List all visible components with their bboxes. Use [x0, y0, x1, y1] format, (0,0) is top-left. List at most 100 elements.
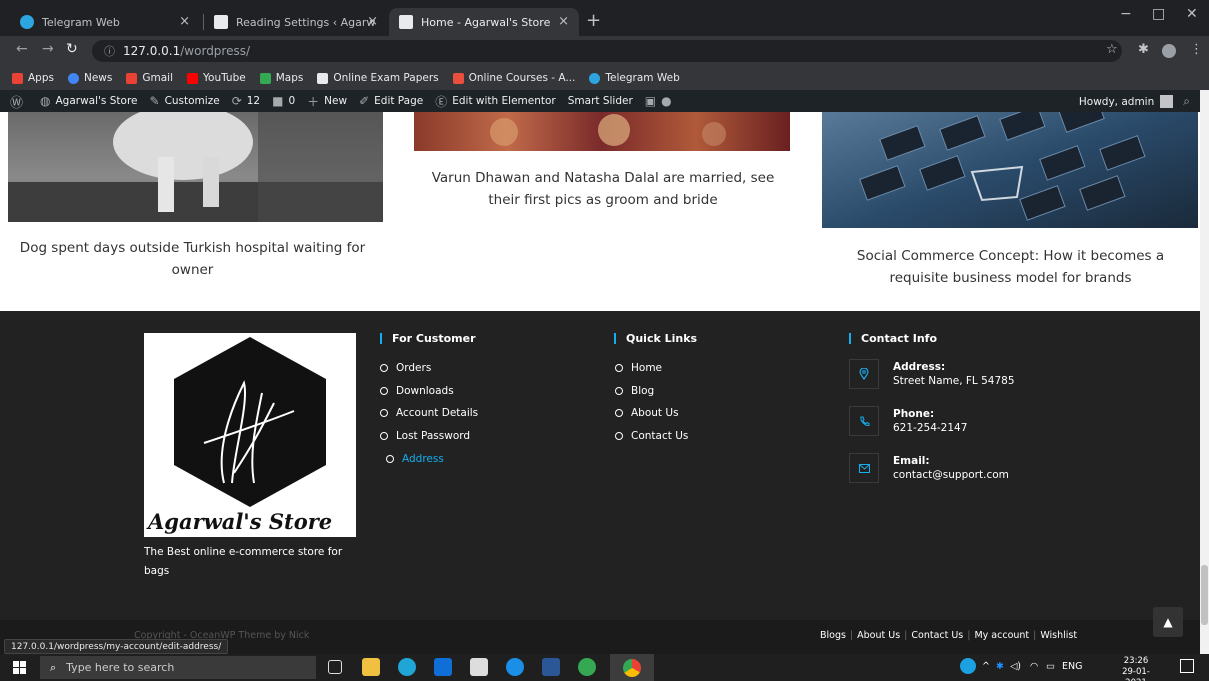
- admin-edit-page[interactable]: ✐ Edit Page: [359, 94, 423, 108]
- admin-customize[interactable]: ✎ Customize: [150, 94, 220, 108]
- bottom-link-blogs[interactable]: Blogs: [820, 630, 846, 641]
- new-tab-button[interactable]: +: [586, 10, 601, 31]
- admin-smart-slider[interactable]: Smart Slider: [568, 95, 633, 107]
- bookmark-apps[interactable]: Apps: [12, 72, 54, 84]
- tab-telegram-web[interactable]: Telegram Web ×: [10, 8, 200, 36]
- wifi-icon[interactable]: ◠: [1030, 661, 1038, 672]
- bluetooth-icon[interactable]: ✱: [996, 661, 1004, 672]
- minimize-button[interactable]: −: [1120, 6, 1132, 22]
- tab-reading-settings[interactable]: Reading Settings ‹ Agarwal's Stor ×: [204, 8, 388, 36]
- address-value: Street Name, FL 54785: [893, 375, 1015, 387]
- post-image-dog[interactable]: [8, 112, 383, 222]
- help-tray-icon[interactable]: [960, 658, 976, 674]
- email-value[interactable]: contact@support.com: [893, 469, 1009, 481]
- admin-yoast[interactable]: ▣ ●: [645, 94, 677, 108]
- admin-updates[interactable]: ⟳ 12: [232, 94, 260, 108]
- comment-icon: ■: [272, 94, 284, 108]
- tab-home-agarwals-store[interactable]: Home - Agarwal's Store ×: [389, 8, 579, 36]
- bottom-link-wishlist[interactable]: Wishlist: [1040, 630, 1077, 641]
- admin-new[interactable]: ＋ New: [307, 93, 347, 110]
- post-title-social-commerce[interactable]: Social Commerce Concept: How it becomes …: [838, 245, 1183, 289]
- scroll-to-top-button[interactable]: ▲: [1153, 607, 1183, 637]
- bookmark-gmail[interactable]: Gmail: [126, 72, 173, 84]
- blog-posts-section: Varun Dhawan and Natasha Dalal are marri…: [0, 112, 1200, 311]
- logo-wordmark: Agarwal's Store: [146, 509, 332, 534]
- maximize-button[interactable]: □: [1152, 6, 1165, 22]
- admin-howdy[interactable]: Howdy, admin: [1079, 96, 1154, 108]
- post-image-wedding[interactable]: [414, 112, 790, 151]
- admin-site-name[interactable]: ◍ Agarwal's Store: [40, 94, 137, 108]
- tab-close-icon[interactable]: ×: [179, 14, 190, 29]
- post-image-keyboard[interactable]: [822, 112, 1198, 228]
- page-scrollbar[interactable]: [1200, 90, 1209, 654]
- location-pin-icon: [849, 359, 879, 389]
- taskbar-clock[interactable]: 23:26 29-01-2021: [1116, 656, 1156, 681]
- dashboard-icon: ◍: [40, 94, 51, 108]
- taskbar-search-input[interactable]: ⌕ Type here to search: [40, 656, 316, 679]
- bookmark-star-icon[interactable]: ☆: [1106, 42, 1118, 57]
- email-label: Email:: [893, 455, 930, 467]
- bookmark-news[interactable]: News: [67, 72, 112, 84]
- footer-link-home[interactable]: Home: [615, 362, 662, 374]
- notifications-icon[interactable]: [1180, 659, 1194, 673]
- battery-icon[interactable]: ▭: [1046, 661, 1055, 672]
- updates-icon: ⟳: [231, 94, 242, 108]
- chevron-up-icon[interactable]: ^: [982, 661, 990, 672]
- post-title-varun-dhawan[interactable]: Varun Dhawan and Natasha Dalal are marri…: [422, 167, 784, 211]
- bottom-link-my-account[interactable]: My account: [974, 630, 1029, 641]
- language-indicator[interactable]: ENG: [1062, 661, 1082, 672]
- chrome-taskbar-button[interactable]: [610, 654, 654, 681]
- bookmark-online-exam-papers[interactable]: Online Exam Papers: [317, 72, 439, 84]
- cortana-icon[interactable]: [506, 658, 524, 676]
- footer-link-account-details[interactable]: Account Details: [380, 407, 478, 419]
- circle-bullet-icon: [380, 387, 388, 395]
- bookmark-online-courses[interactable]: Online Courses - A...: [452, 72, 575, 84]
- browser-toolbar: ← → ↻ ⓘ 127.0.0.1/wordpress/ ☆ ✱ ⋮: [0, 36, 1209, 66]
- profile-avatar-icon[interactable]: [1162, 44, 1176, 58]
- word-icon[interactable]: [542, 658, 560, 676]
- admin-comments[interactable]: ■ 0: [272, 94, 295, 108]
- store-logo[interactable]: Agarwal's Store: [144, 333, 356, 537]
- bookmark-maps[interactable]: Maps: [259, 72, 303, 84]
- wordpress-logo-menu[interactable]: Ⓦ: [10, 92, 28, 111]
- volume-icon[interactable]: ◁): [1010, 661, 1021, 672]
- tab-close-icon[interactable]: ×: [367, 14, 378, 29]
- reload-icon[interactable]: ↻: [66, 41, 78, 57]
- menu-kebab-icon[interactable]: ⋮: [1190, 42, 1203, 57]
- footer-link-address[interactable]: Address: [386, 453, 444, 465]
- back-arrow-icon[interactable]: ←: [16, 41, 28, 57]
- phone-value[interactable]: 621-254-2147: [893, 422, 967, 434]
- tab-close-icon[interactable]: ×: [558, 14, 569, 29]
- wedding-photo: [490, 114, 726, 146]
- avatar[interactable]: [1160, 95, 1174, 108]
- address-bar[interactable]: ⓘ 127.0.0.1/wordpress/: [92, 40, 1122, 62]
- url-path: /wordpress/: [180, 44, 251, 58]
- dropbox-icon[interactable]: [434, 658, 452, 676]
- forward-arrow-icon[interactable]: →: [42, 41, 54, 57]
- scrollbar-thumb[interactable]: [1201, 565, 1208, 625]
- post-title-dog[interactable]: Dog spent days outside Turkish hospital …: [10, 237, 375, 281]
- chrome-profile-icon[interactable]: [578, 658, 596, 676]
- admin-edit-with-elementor[interactable]: Ⓔ Edit with Elementor: [435, 93, 556, 110]
- footer-link-about-us[interactable]: About Us: [615, 407, 679, 419]
- bottom-link-about-us[interactable]: About Us: [857, 630, 900, 641]
- footer-link-contact-us[interactable]: Contact Us: [615, 430, 688, 442]
- tab-title: Home - Agarwal's Store: [421, 15, 551, 29]
- search-icon[interactable]: ⌕: [1183, 94, 1190, 109]
- file-explorer-icon[interactable]: [362, 658, 380, 676]
- footer-heading-for-customer: For Customer: [380, 332, 476, 345]
- footer-link-orders[interactable]: Orders: [380, 362, 431, 374]
- footer-link-lost-password[interactable]: Lost Password: [380, 430, 470, 442]
- bottom-link-contact-us[interactable]: Contact Us: [911, 630, 963, 641]
- windows-start-icon[interactable]: [13, 661, 26, 674]
- mail-icon[interactable]: [470, 658, 488, 676]
- bookmark-youtube[interactable]: YouTube: [187, 72, 246, 84]
- edge-browser-icon[interactable]: [398, 658, 416, 676]
- bookmark-telegram-web[interactable]: Telegram Web: [589, 72, 680, 84]
- close-window-button[interactable]: ✕: [1186, 6, 1198, 22]
- footer-link-blog[interactable]: Blog: [615, 385, 654, 397]
- extensions-icon[interactable]: ✱: [1138, 42, 1149, 57]
- footer-link-downloads[interactable]: Downloads: [380, 385, 454, 397]
- task-view-icon[interactable]: [328, 660, 342, 674]
- info-icon[interactable]: ⓘ: [104, 43, 115, 59]
